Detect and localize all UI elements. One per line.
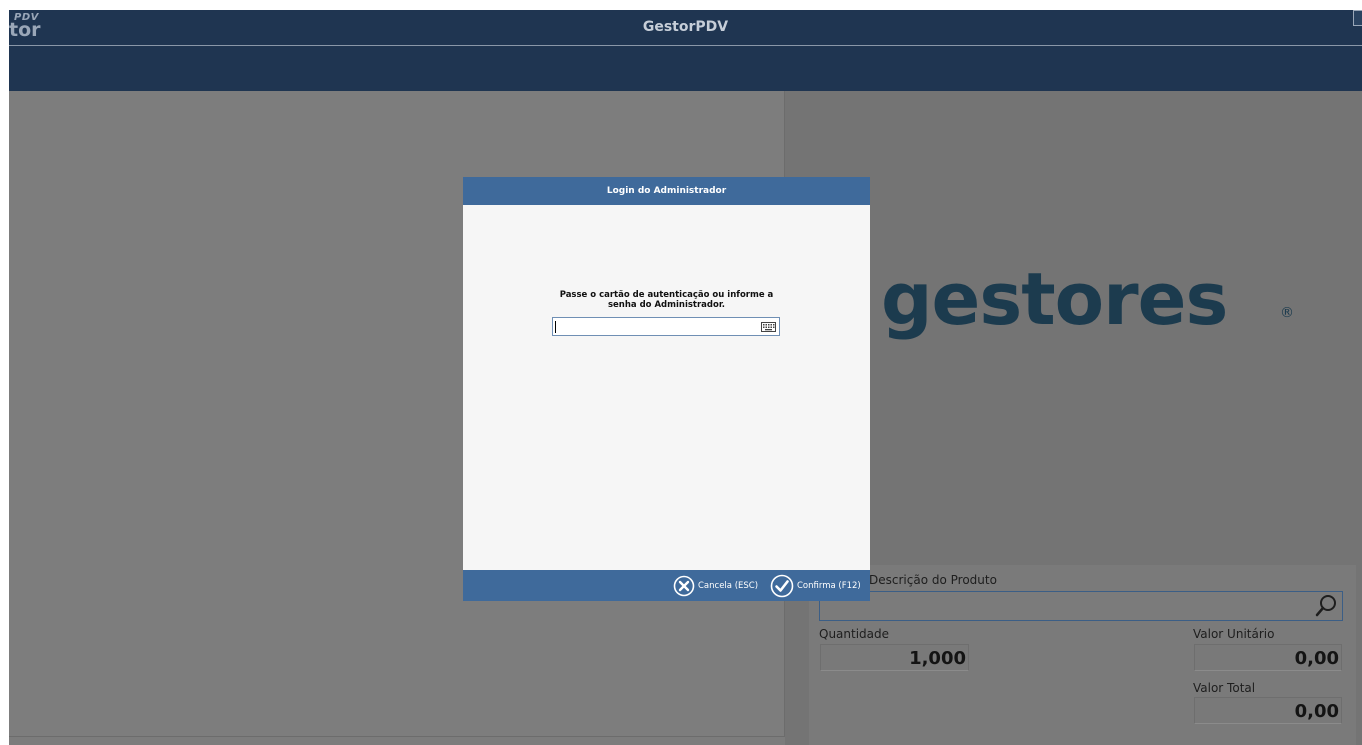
- dialog-message-line2: senha do Administrador.: [607, 300, 726, 310]
- cancel-circle-icon: [673, 575, 695, 596]
- check-circle-icon: [770, 574, 794, 597]
- cancel-button[interactable]: Cancela (ESC): [673, 573, 758, 598]
- admin-login-dialog: Login do Administrador Passe o cartão de…: [463, 177, 870, 601]
- cancel-button-label: Cancela (ESC): [698, 580, 759, 591]
- keyboard-icon[interactable]: [761, 322, 776, 332]
- dialog-footer: Cancela (ESC) Confirma (F12): [463, 570, 870, 601]
- text-caret: [555, 321, 556, 333]
- dialog-title: Login do Administrador: [463, 177, 870, 205]
- admin-password-input[interactable]: [552, 317, 780, 336]
- modal-overlay: Login do Administrador Passe o cartão de…: [0, 0, 1362, 745]
- confirm-button[interactable]: Confirma (F12): [770, 573, 861, 598]
- dialog-message-line1: Passe o cartão de autenticação ou inform…: [559, 290, 774, 300]
- confirm-button-label: Confirma (F12): [797, 580, 861, 591]
- dialog-message: Passe o cartão de autenticação ou inform…: [523, 290, 810, 310]
